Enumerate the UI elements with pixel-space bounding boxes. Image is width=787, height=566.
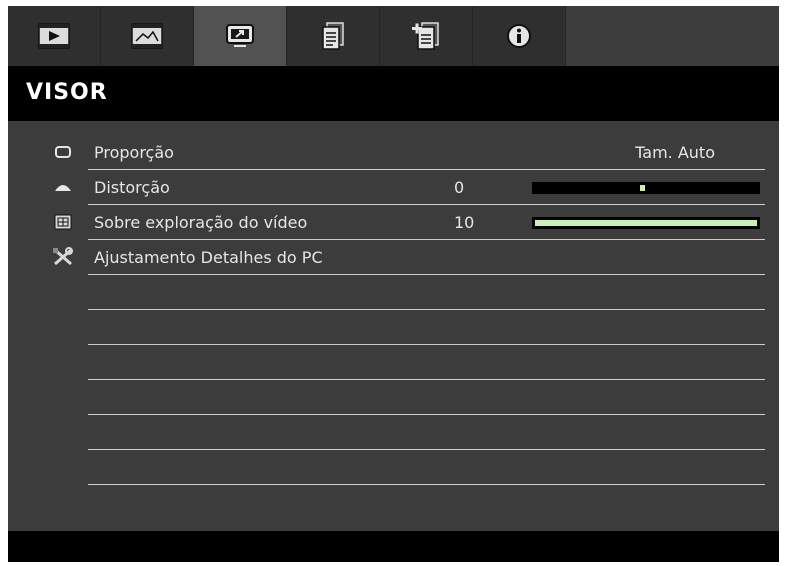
menu-row-overscan[interactable]: Sobre exploração do vídeo 10 xyxy=(8,205,779,240)
empty-row xyxy=(8,380,779,415)
row-value: Tam. Auto xyxy=(635,143,715,162)
row-value: 10 xyxy=(454,213,475,232)
menu-row-keystone[interactable]: Distorção 0 xyxy=(8,170,779,205)
row-label: Sobre exploração do vídeo xyxy=(94,213,308,232)
tab-options[interactable] xyxy=(380,6,473,66)
keystone-slider[interactable] xyxy=(532,182,760,194)
tools-wrench-icon xyxy=(52,247,74,266)
slider-fill xyxy=(535,220,757,226)
overscan-icon xyxy=(52,213,74,231)
page-title: VISOR xyxy=(26,80,108,105)
row-divider xyxy=(88,484,765,485)
picture-image-icon xyxy=(131,23,163,49)
empty-row xyxy=(8,275,779,310)
overscan-slider[interactable] xyxy=(532,217,760,229)
row-label: Proporção xyxy=(94,143,174,162)
menu-row-pc-detail-adjustment[interactable]: Ajustamento Detalhes do PC xyxy=(8,240,779,275)
document-add-icon xyxy=(412,22,439,50)
menu-content: Proporção Tam. Auto Distorção 0 Sobre ex… xyxy=(8,121,779,531)
empty-row xyxy=(8,345,779,380)
tab-picture[interactable] xyxy=(101,6,194,66)
document-settings-icon xyxy=(322,22,344,50)
row-label: Ajustamento Detalhes do PC xyxy=(94,248,323,267)
menu-tab-bar xyxy=(8,6,779,66)
menu-title-bar: VISOR xyxy=(8,66,779,121)
play-screen-icon xyxy=(38,23,70,49)
tab-settings[interactable] xyxy=(287,6,380,66)
aspect-ratio-icon xyxy=(52,143,74,161)
tab-bar-filler xyxy=(566,6,779,66)
row-value: 0 xyxy=(454,178,465,197)
display-screen-icon xyxy=(226,24,254,47)
info-circle-icon xyxy=(507,24,531,48)
menu-footer xyxy=(8,531,779,562)
empty-row xyxy=(8,415,779,450)
empty-row xyxy=(8,310,779,345)
tab-display[interactable] xyxy=(194,6,287,66)
keystone-trapezoid-icon xyxy=(52,178,74,196)
osd-menu: VISOR Proporção Tam. Auto Distorção 0 So… xyxy=(8,6,779,562)
tab-image-mode[interactable] xyxy=(8,6,101,66)
menu-row-aspect-ratio[interactable]: Proporção Tam. Auto xyxy=(8,135,779,170)
row-label: Distorção xyxy=(94,178,170,197)
empty-row xyxy=(8,450,779,485)
tab-information[interactable] xyxy=(473,6,566,66)
slider-knob[interactable] xyxy=(640,185,645,191)
